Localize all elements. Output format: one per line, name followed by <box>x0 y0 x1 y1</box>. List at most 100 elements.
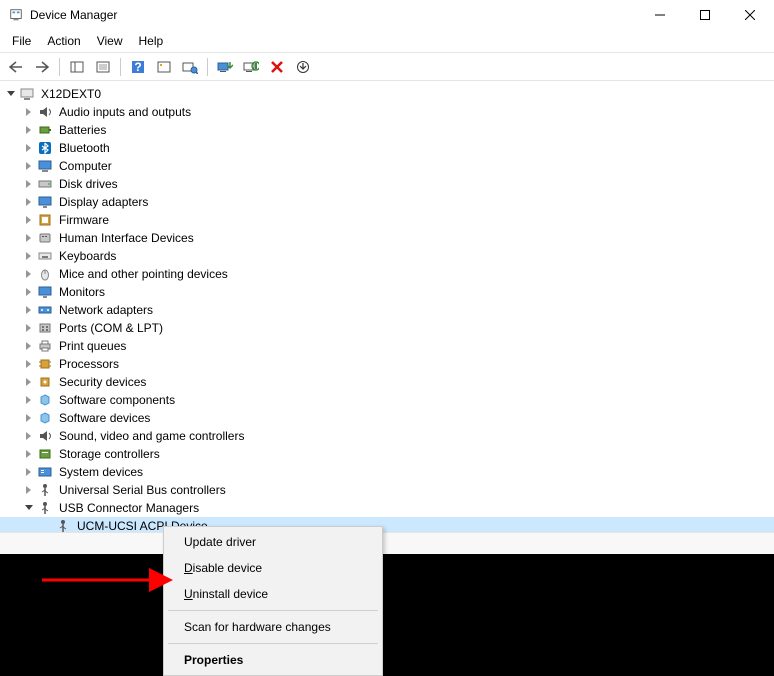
help-button[interactable]: ? <box>126 56 150 78</box>
show-hide-console-tree-button[interactable] <box>65 56 89 78</box>
security-icon <box>37 374 53 390</box>
tree-category[interactable]: Display adapters <box>0 193 774 211</box>
maximize-button[interactable] <box>682 0 727 30</box>
menu-file[interactable]: File <box>4 32 39 50</box>
tree-category[interactable]: Monitors <box>0 283 774 301</box>
tree-category[interactable]: Print queues <box>0 337 774 355</box>
software-icon <box>37 392 53 408</box>
tree-category[interactable]: Audio inputs and outputs <box>0 103 774 121</box>
tree-category[interactable]: Software devices <box>0 409 774 427</box>
context-update-driver[interactable]: Update driver <box>166 529 380 555</box>
context-separator <box>168 610 378 611</box>
category-label: Bluetooth <box>57 141 112 155</box>
annotation-arrow <box>40 568 180 592</box>
tree-category[interactable]: Human Interface Devices <box>0 229 774 247</box>
tree-category[interactable]: Ports (COM & LPT) <box>0 319 774 337</box>
svg-text:?: ? <box>134 60 141 74</box>
expand-icon[interactable] <box>22 375 36 389</box>
minimize-button[interactable] <box>637 0 682 30</box>
expand-icon[interactable] <box>22 393 36 407</box>
tree-category[interactable]: Computer <box>0 157 774 175</box>
expand-icon[interactable] <box>22 231 36 245</box>
tree-category[interactable]: Security devices <box>0 373 774 391</box>
expand-icon[interactable] <box>22 411 36 425</box>
expand-icon[interactable] <box>22 141 36 155</box>
tree-category[interactable]: Sound, video and game controllers <box>0 427 774 445</box>
bluetooth-icon <box>37 140 53 156</box>
expand-icon[interactable] <box>22 483 36 497</box>
disable-device-button[interactable] <box>239 56 263 78</box>
tree-category[interactable]: Processors <box>0 355 774 373</box>
category-label: Universal Serial Bus controllers <box>57 483 228 497</box>
expand-icon[interactable] <box>4 87 18 101</box>
sound-icon <box>37 428 53 444</box>
menu-help[interactable]: Help <box>131 32 172 50</box>
expand-icon[interactable] <box>22 429 36 443</box>
category-label: Mice and other pointing devices <box>57 267 230 281</box>
expand-icon[interactable] <box>22 321 36 335</box>
enable-device-button[interactable] <box>291 56 315 78</box>
category-label: Computer <box>57 159 114 173</box>
context-menu: Update driver Disable device Uninstall d… <box>163 526 383 676</box>
expand-icon[interactable] <box>22 267 36 281</box>
network-icon <box>37 302 53 318</box>
category-label: Software devices <box>57 411 152 425</box>
tree-category[interactable]: Software components <box>0 391 774 409</box>
tree-category[interactable]: Keyboards <box>0 247 774 265</box>
category-label: System devices <box>57 465 145 479</box>
tree-category[interactable]: Bluetooth <box>0 139 774 157</box>
expand-icon[interactable] <box>22 447 36 461</box>
tree-category[interactable]: Network adapters <box>0 301 774 319</box>
close-button[interactable] <box>727 0 772 30</box>
expand-icon[interactable] <box>22 249 36 263</box>
context-scan-hardware[interactable]: Scan for hardware changes <box>166 614 380 640</box>
tree-device-ucm-ucsi[interactable]: UCM-UCSI ACPI Device <box>0 517 774 532</box>
scan-hardware-button[interactable] <box>178 56 202 78</box>
forward-button[interactable] <box>30 56 54 78</box>
context-properties[interactable]: Properties <box>166 647 380 673</box>
tree-category[interactable]: Storage controllers <box>0 445 774 463</box>
tree-category[interactable]: System devices <box>0 463 774 481</box>
properties-button[interactable] <box>91 56 115 78</box>
context-uninstall-device[interactable]: Uninstall device <box>166 581 380 607</box>
status-bar <box>0 532 774 554</box>
category-label: Keyboards <box>57 249 118 263</box>
action-button[interactable] <box>152 56 176 78</box>
expand-icon[interactable] <box>22 357 36 371</box>
tree-category[interactable]: Firmware <box>0 211 774 229</box>
titlebar: Device Manager <box>0 0 774 30</box>
expand-icon[interactable] <box>22 285 36 299</box>
device-manager-window: Device Manager File Action View Help ? <box>0 0 774 554</box>
toolbar-separator <box>120 58 121 76</box>
tree-category[interactable]: Disk drives <box>0 175 774 193</box>
tree-root[interactable]: X12DEXT0 <box>0 85 774 103</box>
back-button[interactable] <box>4 56 28 78</box>
uninstall-device-button[interactable] <box>265 56 289 78</box>
menu-view[interactable]: View <box>89 32 131 50</box>
expand-icon[interactable] <box>22 339 36 353</box>
usb-icon <box>37 500 53 516</box>
tree-category[interactable]: Mice and other pointing devices <box>0 265 774 283</box>
mouse-icon <box>37 266 53 282</box>
expand-icon[interactable] <box>22 465 36 479</box>
update-driver-button[interactable] <box>213 56 237 78</box>
expand-icon[interactable] <box>22 195 36 209</box>
expand-icon[interactable] <box>22 123 36 137</box>
display-icon <box>37 194 53 210</box>
context-separator <box>168 643 378 644</box>
expand-icon[interactable] <box>22 105 36 119</box>
category-label: USB Connector Managers <box>57 501 201 515</box>
expand-icon[interactable] <box>22 213 36 227</box>
expand-icon[interactable] <box>22 501 36 515</box>
expand-icon[interactable] <box>22 159 36 173</box>
category-label: Sound, video and game controllers <box>57 429 246 443</box>
disk-icon <box>37 176 53 192</box>
expand-icon[interactable] <box>22 177 36 191</box>
device-tree[interactable]: X12DEXT0 Audio inputs and outputsBatteri… <box>0 81 774 532</box>
expand-icon[interactable] <box>22 303 36 317</box>
tree-category[interactable]: Batteries <box>0 121 774 139</box>
menu-action[interactable]: Action <box>39 32 88 50</box>
tree-category-usb-connector-managers[interactable]: USB Connector Managers <box>0 499 774 517</box>
tree-category[interactable]: Universal Serial Bus controllers <box>0 481 774 499</box>
context-disable-device[interactable]: Disable device <box>166 555 380 581</box>
